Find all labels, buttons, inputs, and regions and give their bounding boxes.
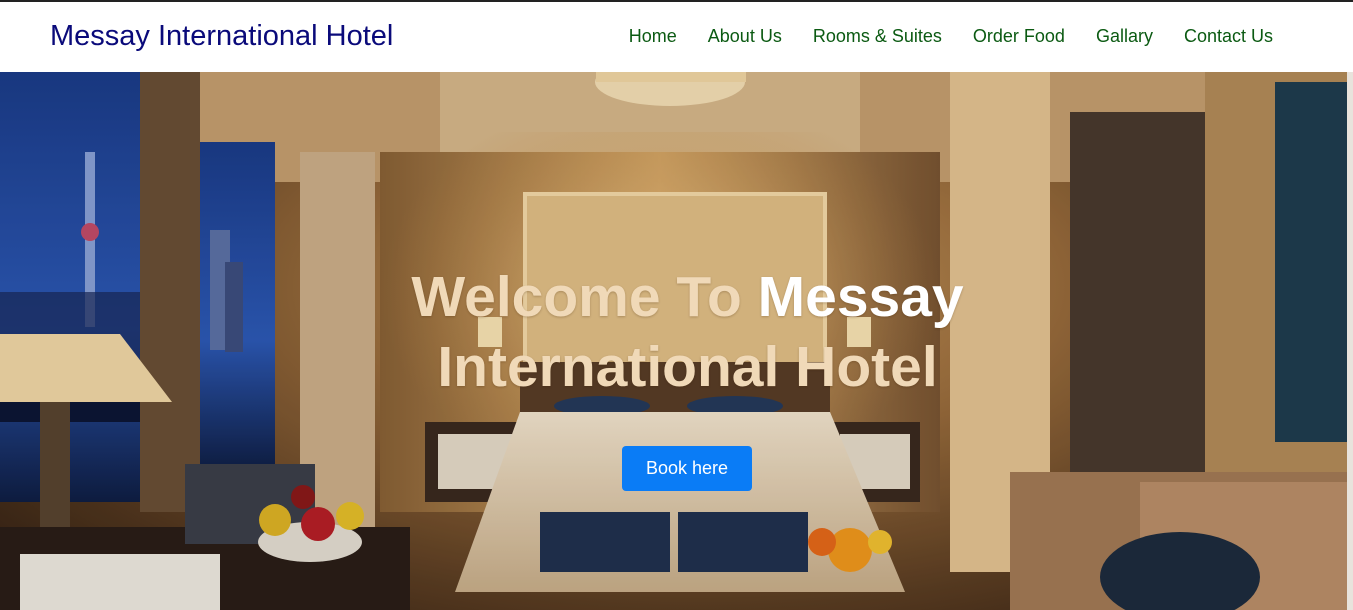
nav-home[interactable]: Home: [629, 26, 677, 47]
navbar: Messay International Hotel Home About Us…: [0, 2, 1353, 72]
nav-rooms-suites[interactable]: Rooms & Suites: [813, 26, 942, 47]
nav-order-food[interactable]: Order Food: [973, 26, 1065, 47]
nav-contact-us[interactable]: Contact Us: [1184, 26, 1273, 47]
hero-title: Welcome To Messay International Hotel: [330, 262, 1045, 402]
hero-title-part1: Welcome To: [411, 265, 742, 329]
main-nav: Home About Us Rooms & Suites Order Food …: [629, 26, 1273, 47]
nav-gallery[interactable]: Gallary: [1096, 26, 1153, 47]
book-here-button[interactable]: Book here: [622, 446, 752, 491]
hero-title-brand: Messay: [757, 265, 964, 329]
brand-logo-link[interactable]: Messay International Hotel: [50, 20, 393, 53]
nav-about-us[interactable]: About Us: [708, 26, 782, 47]
scrollbar[interactable]: [1347, 72, 1353, 610]
hero-title-line2: International Hotel: [437, 335, 938, 399]
hero-section: Welcome To Messay International Hotel Bo…: [0, 72, 1347, 610]
